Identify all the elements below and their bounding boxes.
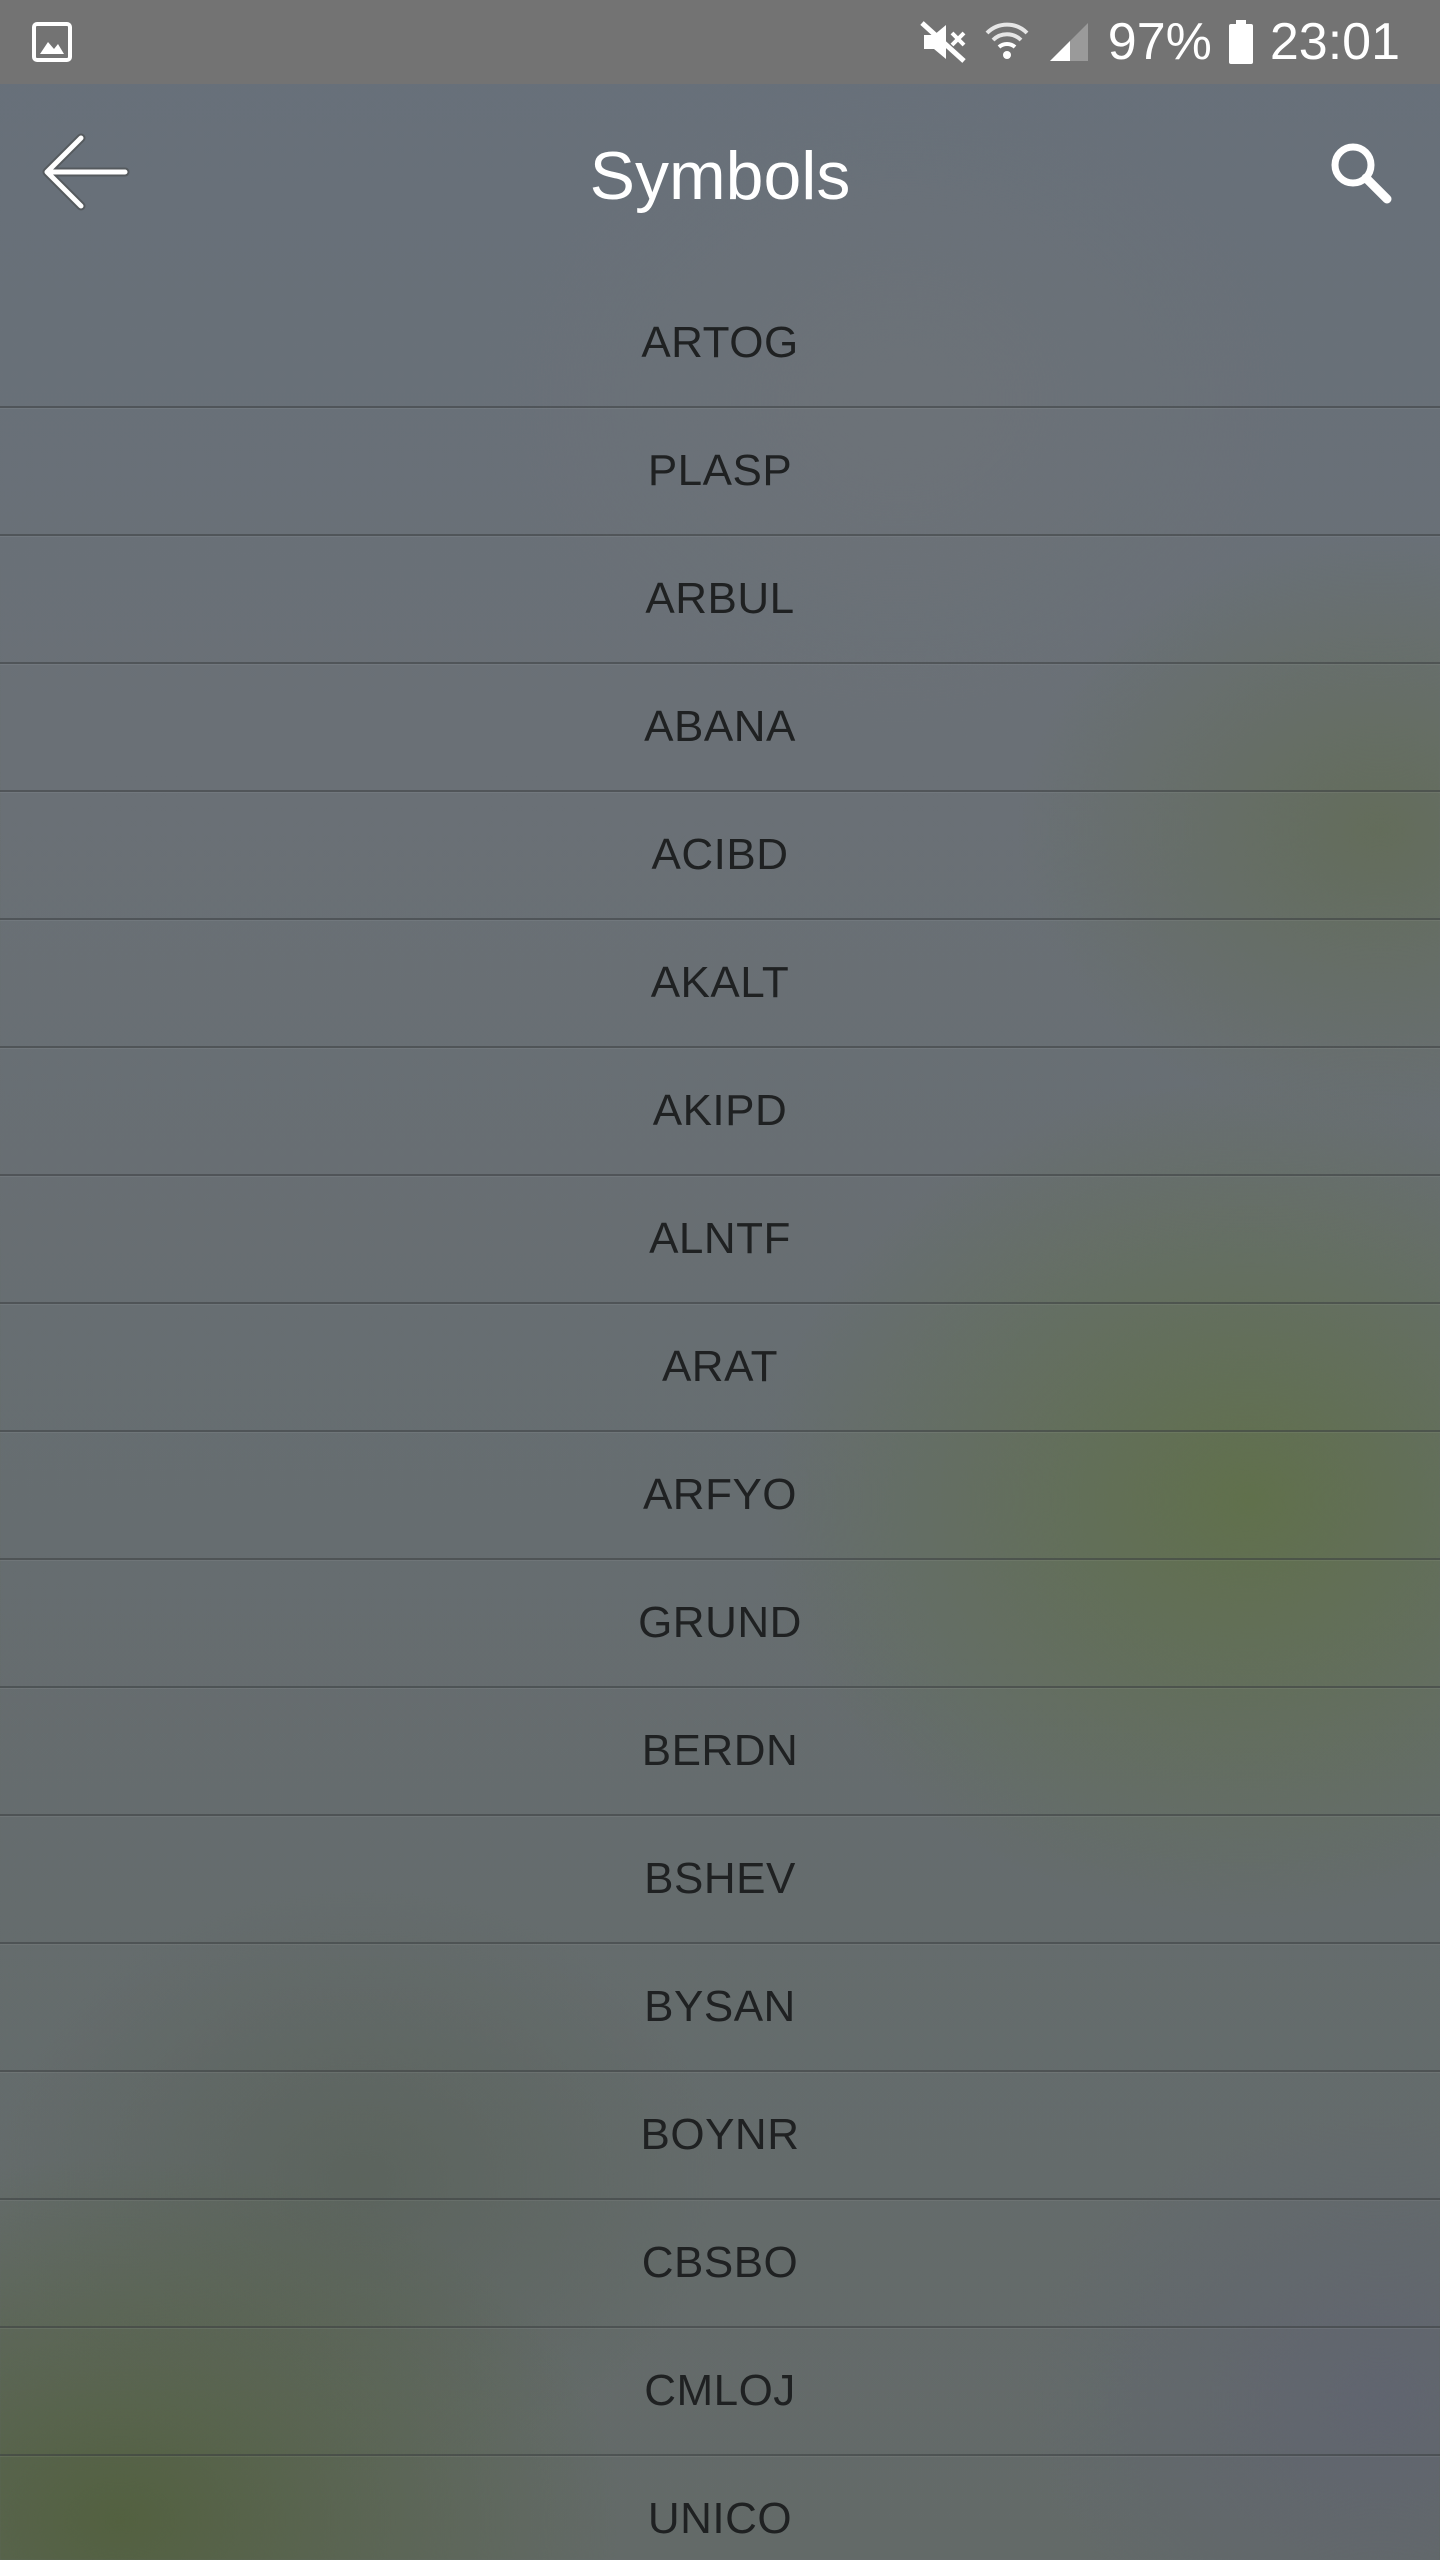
list-item[interactable]: AKALT bbox=[0, 920, 1440, 1048]
list-item[interactable]: AKIPD bbox=[0, 1048, 1440, 1176]
list-item[interactable]: ARFYO bbox=[0, 1432, 1440, 1560]
symbol-label: BSHEV bbox=[644, 1854, 796, 1903]
symbol-label: CMLOJ bbox=[644, 2366, 796, 2415]
symbol-label: BERDN bbox=[641, 1726, 799, 1775]
symbol-label: CBSBO bbox=[641, 2238, 799, 2287]
symbol-label: BOYNR bbox=[640, 2110, 800, 2159]
list-item[interactable]: PLASP bbox=[0, 408, 1440, 536]
clock: 23:01 bbox=[1269, 13, 1400, 71]
list-item[interactable]: GRUND bbox=[0, 1560, 1440, 1688]
symbol-label: ARAT bbox=[661, 1342, 779, 1391]
list-item[interactable]: ACIBD bbox=[0, 792, 1440, 920]
list-item[interactable]: ALNTF bbox=[0, 1176, 1440, 1304]
symbol-label: BYSAN bbox=[644, 1982, 796, 2031]
search-icon bbox=[1325, 137, 1395, 212]
symbol-label: ARTOG bbox=[641, 318, 799, 367]
signal-icon bbox=[1046, 19, 1092, 65]
mute-icon bbox=[918, 19, 968, 65]
symbols-list: ARTOG PLASP ARBUL ABANA ACIBD AKALT AKIP… bbox=[0, 280, 1440, 2560]
symbol-label: ALNTF bbox=[649, 1214, 791, 1263]
list-item[interactable]: BERDN bbox=[0, 1688, 1440, 1816]
gallery-notification-icon bbox=[32, 22, 72, 62]
wifi-icon bbox=[984, 19, 1030, 65]
app-bar: Symbols bbox=[0, 84, 1440, 284]
page-title: Symbols bbox=[589, 138, 851, 214]
list-item[interactable]: UNICO bbox=[0, 2456, 1440, 2560]
list-item[interactable]: CMLOJ bbox=[0, 2328, 1440, 2456]
status-indicators: 97% 23:01 bbox=[918, 0, 1400, 84]
search-button[interactable] bbox=[1320, 134, 1400, 214]
symbol-label: ARBUL bbox=[645, 574, 795, 623]
status-bar: 97% 23:01 bbox=[0, 0, 1440, 84]
symbol-label: GRUND bbox=[638, 1598, 802, 1647]
list-item[interactable]: ARTOG bbox=[0, 280, 1440, 408]
symbol-label: ABANA bbox=[644, 702, 796, 751]
symbol-label: AKIPD bbox=[652, 1086, 788, 1135]
symbol-label: ARFYO bbox=[642, 1470, 798, 1519]
list-item[interactable]: BYSAN bbox=[0, 1944, 1440, 2072]
list-item[interactable]: ABANA bbox=[0, 664, 1440, 792]
list-item[interactable]: ARAT bbox=[0, 1304, 1440, 1432]
list-item[interactable]: BSHEV bbox=[0, 1816, 1440, 1944]
symbol-label: AKALT bbox=[650, 958, 790, 1007]
symbol-label: PLASP bbox=[647, 446, 793, 495]
list-item[interactable]: BOYNR bbox=[0, 2072, 1440, 2200]
symbol-label: ACIBD bbox=[651, 830, 789, 879]
symbol-label: UNICO bbox=[647, 2494, 793, 2543]
list-item[interactable]: ARBUL bbox=[0, 536, 1440, 664]
battery-icon bbox=[1228, 19, 1254, 65]
battery-percent: 97% bbox=[1107, 13, 1212, 71]
list-item[interactable]: CBSBO bbox=[0, 2200, 1440, 2328]
